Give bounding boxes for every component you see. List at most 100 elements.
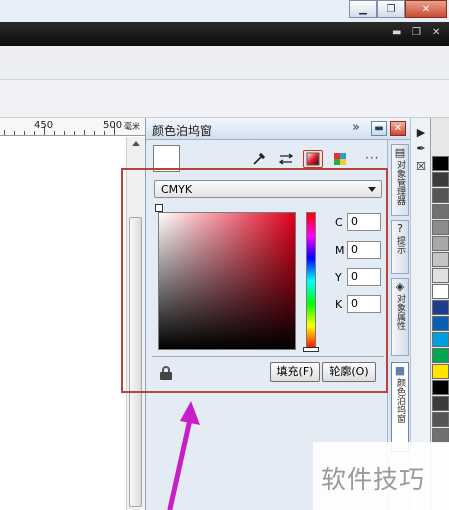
restore-icon: ❐ <box>386 3 396 15</box>
ruler-tick <box>104 131 105 135</box>
hue-slider[interactable] <box>306 212 316 350</box>
palette-swatch[interactable] <box>432 236 449 251</box>
palette-swatch[interactable] <box>432 396 449 411</box>
palette-swatch[interactable] <box>432 364 449 379</box>
properties-icon: ◈ <box>395 280 405 293</box>
ruler-tick <box>14 131 15 135</box>
channel-input-k[interactable]: 0 <box>347 295 381 313</box>
close-window-button[interactable]: ✕ <box>405 0 447 18</box>
ruler-tick <box>94 131 95 135</box>
reference-color-swatch[interactable] <box>153 145 180 172</box>
palette-swatch[interactable] <box>432 348 449 363</box>
palette-swatch[interactable] <box>432 428 449 443</box>
chevron-down-icon <box>368 187 376 192</box>
palette-swatch[interactable] <box>432 412 449 427</box>
horizontal-ruler: 450 500 毫米 <box>0 118 145 136</box>
more-options-icon[interactable]: ··· <box>365 151 379 165</box>
document-title-bar: ▬ ❐ ✕ <box>0 22 449 46</box>
eyedropper-icon[interactable] <box>249 150 269 168</box>
color-picker-field[interactable] <box>158 212 296 350</box>
ruler-tick <box>64 131 65 135</box>
tab-label: 对象管理器 <box>395 160 405 205</box>
layers-icon: ▤ <box>394 146 406 159</box>
ruler-unit: 毫米 <box>124 122 140 131</box>
ruler-label: 450 <box>34 120 54 131</box>
channel-label-c: C <box>335 216 343 229</box>
tab-label: 颜色泊坞窗 <box>395 378 405 423</box>
property-bar <box>0 46 449 80</box>
palette-swatch[interactable] <box>432 332 449 347</box>
minimize-button[interactable]: ▁ <box>349 0 377 18</box>
palette-swatch[interactable] <box>432 268 449 283</box>
minimize-icon: ▬ <box>374 123 384 134</box>
close-icon: ✕ <box>393 123 403 134</box>
channel-label-k: K <box>335 298 343 311</box>
tab-object-properties[interactable]: ◈ 对象属性 <box>391 278 409 356</box>
divider <box>152 356 384 357</box>
color-model-select[interactable]: CMYK <box>154 180 382 198</box>
channel-label-y: Y <box>335 271 342 284</box>
scrollbar-thumb[interactable] <box>129 217 142 507</box>
color-mode-toggle[interactable] <box>155 204 163 212</box>
tab-color-docker[interactable]: ■ 颜色泊坞窗 <box>391 362 409 452</box>
docker-header: 颜色泊坞窗 » ▬ ✕ <box>146 118 411 140</box>
tab-label: 对象属性 <box>395 294 405 330</box>
palette-swatch[interactable] <box>432 252 449 267</box>
channel-input-c[interactable]: 0 <box>347 213 381 231</box>
play-icon[interactable]: ▶ <box>413 126 429 141</box>
color-content-area: CMYK C 0 M 0 Y 0 K 0 填充(F) 轮廓(O) <box>152 174 386 382</box>
fill-button[interactable]: 填充(F) <box>270 362 320 382</box>
watermark: 软件技巧 <box>313 442 449 510</box>
eyedropper-icon[interactable]: ✒ <box>413 142 429 157</box>
color-model-value: CMYK <box>161 183 193 196</box>
color-square-icon: ■ <box>394 364 406 377</box>
tab-hints[interactable]: ? 提示 <box>391 220 409 274</box>
ruler-tick <box>34 131 35 135</box>
palette-swatch[interactable] <box>432 380 449 395</box>
doc-minimize-icon[interactable]: ▬ <box>392 27 401 38</box>
doc-close-icon[interactable]: ✕ <box>432 27 440 38</box>
docker-minimize-button[interactable]: ▬ <box>371 121 387 136</box>
docker-title: 颜色泊坞窗 <box>152 124 213 138</box>
toolbox-strip <box>0 80 449 118</box>
swap-sliders-icon[interactable] <box>276 150 296 168</box>
color-viewer-icon[interactable] <box>303 150 323 168</box>
docker-close-button[interactable]: ✕ <box>390 121 406 136</box>
palette-swatch[interactable] <box>432 204 449 219</box>
color-palette-icon[interactable] <box>330 150 350 168</box>
minimize-icon: ▁ <box>359 3 367 15</box>
outline-button[interactable]: 轮廓(O) <box>322 362 376 382</box>
ruler-tick <box>24 131 25 135</box>
title-strip: ▁ ❐ ✕ <box>0 0 449 22</box>
palette-swatch[interactable] <box>432 300 449 315</box>
window-controls: ▁ ❐ ✕ <box>349 0 447 18</box>
close-icon: ✕ <box>421 3 431 15</box>
ruler-tick <box>4 130 5 135</box>
docker-expand-icon[interactable]: » <box>352 120 360 135</box>
palette-swatch[interactable] <box>432 220 449 235</box>
tab-object-manager[interactable]: ▤ 对象管理器 <box>391 144 409 216</box>
channel-input-y[interactable]: 0 <box>347 268 381 286</box>
no-color-icon[interactable]: ☒ <box>413 160 429 175</box>
vertical-scrollbar[interactable] <box>126 137 145 510</box>
palette-swatch[interactable] <box>432 188 449 203</box>
lock-icon[interactable] <box>160 366 172 380</box>
palette-swatch[interactable] <box>432 156 449 171</box>
watermark-text: 软件技巧 <box>321 465 426 494</box>
tab-label: 提示 <box>395 236 405 254</box>
ruler-tick <box>84 130 85 135</box>
scroll-up-icon[interactable] <box>132 141 140 146</box>
channel-label-m: M <box>335 244 345 257</box>
hue-slider-handle[interactable] <box>303 347 319 352</box>
palette-swatch[interactable] <box>432 284 449 299</box>
palette-swatch[interactable] <box>432 316 449 331</box>
channel-input-m[interactable]: 0 <box>347 241 381 259</box>
ruler-tick <box>74 131 75 135</box>
restore-button[interactable]: ❐ <box>377 0 405 18</box>
palette-swatch[interactable] <box>432 172 449 187</box>
help-icon: ? <box>397 222 403 235</box>
ruler-label: 500 <box>103 120 123 131</box>
ruler-tick <box>54 131 55 135</box>
drawing-canvas[interactable] <box>0 137 126 510</box>
doc-restore-icon[interactable]: ❐ <box>412 27 421 38</box>
